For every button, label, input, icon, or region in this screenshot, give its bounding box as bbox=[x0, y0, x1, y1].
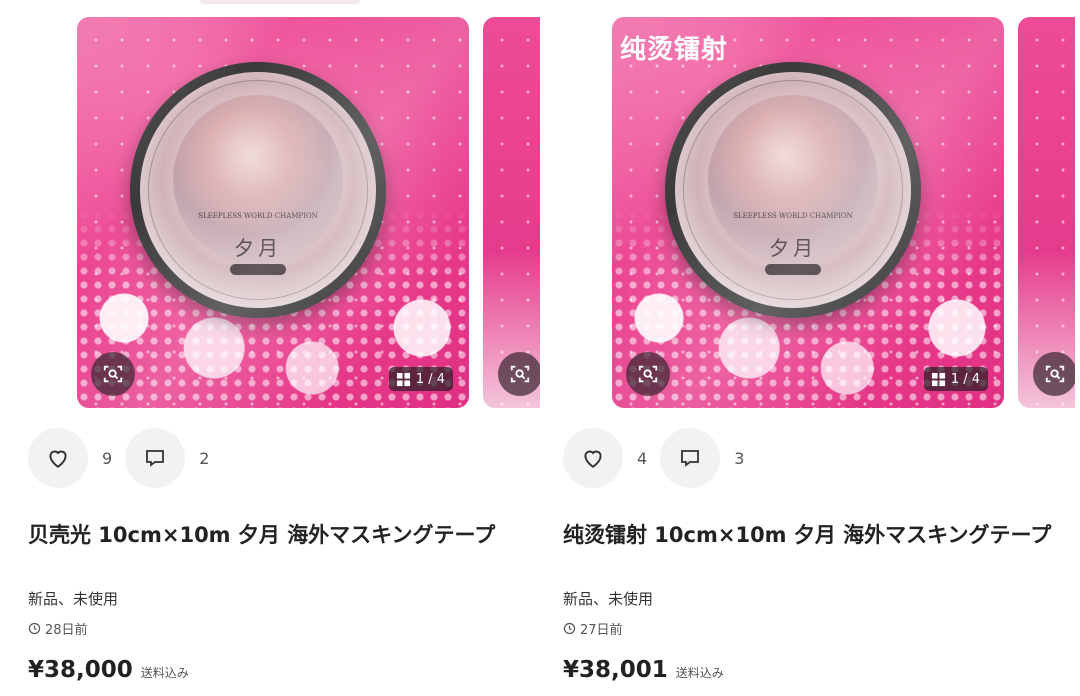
price-row: ¥38,001 送料込み bbox=[563, 657, 724, 683]
product-image-main[interactable]: SLEEPLESS WORLD CHAMPION 夕月 1 / 4 bbox=[77, 17, 469, 408]
tape-arc-text: SLEEPLESS WORLD CHAMPION bbox=[733, 212, 853, 220]
image-overlay-text: 纯烫镭射 bbox=[620, 35, 729, 65]
engagement-bar: 9 2 bbox=[28, 428, 222, 488]
image-search-icon bbox=[510, 365, 530, 383]
image-search-button-peek[interactable] bbox=[1033, 352, 1075, 396]
comment-icon bbox=[681, 450, 700, 467]
comment-icon bbox=[146, 450, 165, 467]
comment-count: 3 bbox=[734, 448, 745, 468]
grid-icon bbox=[931, 372, 945, 386]
image-search-icon bbox=[1045, 365, 1065, 383]
product-image-main[interactable]: SLEEPLESS WORLD CHAMPION 夕月 纯烫镭射 1 / 4 bbox=[612, 17, 1004, 408]
heart-icon bbox=[584, 450, 602, 468]
image-counter-text: 1 / 4 bbox=[950, 371, 980, 387]
image-counter[interactable]: 1 / 4 bbox=[923, 367, 988, 391]
image-search-icon bbox=[103, 365, 123, 383]
like-button[interactable] bbox=[563, 428, 623, 488]
comment-button[interactable] bbox=[660, 428, 721, 488]
tape-pill bbox=[765, 264, 821, 275]
tape-label: 夕月 bbox=[234, 236, 282, 260]
product-title[interactable]: 贝壳光 10cm×10m 夕月 海外マスキングテープ bbox=[28, 520, 518, 551]
engagement-bar: 4 3 bbox=[563, 428, 757, 488]
like-count: 9 bbox=[102, 448, 113, 468]
posted-time: 27日前 bbox=[563, 619, 623, 638]
like-count: 4 bbox=[637, 448, 648, 468]
product-title[interactable]: 纯烫镭射 10cm×10m 夕月 海外マスキングテープ bbox=[563, 520, 1053, 551]
product-condition: 新品、未使用 bbox=[563, 590, 654, 608]
listing-card-1: SLEEPLESS WORLD CHAMPION 夕月 1 / 4 9 2 贝壳… bbox=[0, 0, 540, 696]
image-counter[interactable]: 1 / 4 bbox=[388, 367, 453, 391]
shipping-note: 送料込み bbox=[675, 666, 724, 680]
product-price: ¥38,001 bbox=[563, 657, 668, 683]
heart-icon bbox=[49, 450, 67, 468]
product-image-next[interactable] bbox=[1018, 17, 1075, 408]
image-search-icon bbox=[638, 365, 658, 383]
tape-arc-text: SLEEPLESS WORLD CHAMPION bbox=[198, 212, 318, 220]
comment-button[interactable] bbox=[125, 428, 186, 488]
price-row: ¥38,000 送料込み bbox=[28, 657, 189, 683]
tape-roll: SLEEPLESS WORLD CHAMPION 夕月 bbox=[665, 62, 921, 318]
shipping-note: 送料込み bbox=[140, 666, 189, 680]
product-price: ¥38,000 bbox=[28, 657, 133, 683]
posted-time: 28日前 bbox=[28, 619, 88, 638]
clock-icon bbox=[563, 622, 576, 635]
posted-time-text: 28日前 bbox=[45, 623, 88, 638]
listing-card-2: SLEEPLESS WORLD CHAMPION 夕月 纯烫镭射 1 / 4 4… bbox=[540, 0, 1080, 696]
image-search-button[interactable] bbox=[626, 352, 670, 396]
tape-roll: SLEEPLESS WORLD CHAMPION 夕月 bbox=[130, 62, 386, 318]
like-button[interactable] bbox=[28, 428, 88, 488]
image-search-button[interactable] bbox=[91, 352, 135, 396]
tape-pill bbox=[230, 264, 286, 275]
clock-icon bbox=[28, 622, 41, 635]
grid-icon bbox=[396, 372, 410, 386]
image-search-button-peek[interactable] bbox=[498, 352, 540, 396]
tape-label: 夕月 bbox=[769, 236, 817, 260]
previous-content-edge bbox=[200, 0, 360, 4]
posted-time-text: 27日前 bbox=[580, 623, 623, 638]
comment-count: 2 bbox=[199, 448, 210, 468]
image-counter-text: 1 / 4 bbox=[415, 371, 445, 387]
product-condition: 新品、未使用 bbox=[28, 590, 119, 608]
product-image-next[interactable] bbox=[483, 17, 540, 408]
